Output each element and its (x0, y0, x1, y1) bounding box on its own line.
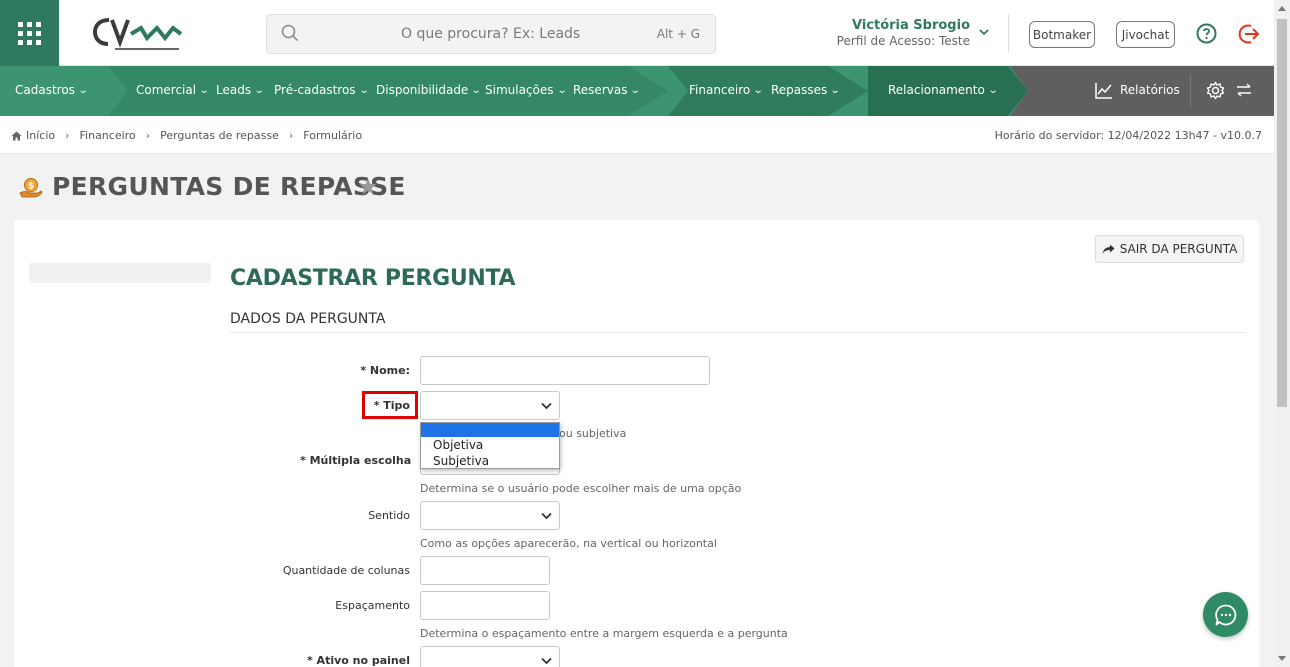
chevron-right-icon: › (145, 129, 151, 142)
sentido-hint: Como as opções aparecerão, na vertical o… (420, 537, 717, 550)
multipla-escolha-label: * Múltipla escolha (300, 454, 412, 467)
chevron-down-icon: ⌄ (471, 84, 482, 96)
chevron-down-icon (541, 402, 552, 409)
botmaker-button[interactable]: Botmaker (1029, 21, 1095, 48)
tipo-option-objetiva[interactable]: Objetiva (421, 437, 559, 453)
tipo-hint: ou subjetiva (559, 427, 627, 440)
sentido-select[interactable] (420, 501, 560, 530)
tipo-select[interactable] (420, 391, 560, 420)
chevron-down-icon: ⌄ (830, 84, 841, 96)
section-title: DADOS DA PERGUNTA (230, 311, 386, 327)
nav-relatorios[interactable]: Relatórios (1120, 83, 1180, 97)
breadcrumb-financeiro[interactable]: Financeiro (80, 129, 136, 142)
nav-comercial[interactable]: Comercial ⌄ (136, 83, 210, 97)
chevron-down-icon: ⌄ (556, 84, 568, 96)
share-arrow-icon (1102, 244, 1115, 254)
chart-line-icon (1095, 83, 1112, 99)
user-name: Victória Sbrogio (851, 18, 970, 33)
espacamento-hint: Determina o espaçamento entre a margem e… (420, 627, 788, 640)
breadcrumb-perguntas[interactable]: Perguntas de repasse (160, 129, 279, 142)
user-menu[interactable]: Victória Sbrogio Perfil de Acesso: Teste (800, 18, 970, 48)
form-title: CADASTRAR PERGUNTA (230, 266, 516, 291)
breadcrumb-inicio[interactable]: Início (26, 129, 55, 142)
chevron-down-icon: ⌄ (753, 84, 764, 96)
chevron-down-icon[interactable] (978, 27, 990, 37)
search-icon (281, 24, 299, 42)
ativo-painel-label: * Ativo no painel (306, 654, 410, 667)
tipo-option-empty[interactable] (421, 423, 559, 437)
chevron-down-icon: ⌄ (987, 84, 999, 96)
chevron-right-icon: › (65, 129, 70, 142)
colunas-label: Quantidade de colunas (282, 564, 410, 577)
nav-leads[interactable]: Leads ⌄ (216, 83, 265, 97)
nav-divider (1190, 74, 1191, 108)
nav-reservas[interactable]: Reservas ⌄ (573, 83, 642, 97)
chevron-down-icon (541, 512, 552, 519)
chevron-down-icon: ⌄ (77, 84, 89, 96)
top-header: O que procura? Ex: Leads Alt + G Victóri… (0, 0, 1274, 66)
header-divider (1008, 14, 1009, 52)
nome-label: * Nome: (360, 364, 410, 377)
nav-pre-cadastros[interactable]: Pré-cadastros ⌄ (274, 83, 370, 97)
exit-question-button[interactable]: SAIR DA PERGUNTA (1095, 235, 1244, 263)
espacamento-input[interactable] (420, 591, 550, 620)
jivochat-button[interactable]: Jivochat (1116, 21, 1175, 48)
chat-button[interactable] (1203, 592, 1248, 637)
money-hand-icon: $ (19, 178, 43, 198)
scroll-up-arrow-icon[interactable] (1278, 6, 1286, 11)
cv-logo[interactable] (93, 14, 185, 54)
global-search[interactable]: O que procura? Ex: Leads Alt + G (266, 14, 716, 54)
server-time: Horário do servidor: 12/04/2022 13h47 - … (994, 129, 1262, 142)
tipo-option-subjetiva[interactable]: Subjetiva (421, 453, 559, 469)
chevron-right-icon: › (288, 129, 294, 142)
nav-relacionamento[interactable]: Relacionamento ⌄ (888, 83, 999, 97)
search-shortcut: Alt + G (656, 27, 700, 41)
page-title: PERGUNTAS DE REPASSE (52, 172, 406, 201)
search-placeholder: O que procura? Ex: Leads (401, 26, 581, 42)
nav-cadastros[interactable]: Cadastros ⌄ (15, 83, 89, 97)
apps-menu-button[interactable] (0, 0, 59, 66)
chevron-down-icon: ⌄ (630, 84, 642, 96)
colunas-input[interactable] (420, 556, 550, 585)
sentido-label: Sentido (368, 509, 410, 522)
sidebar-placeholder (29, 263, 211, 283)
chevron-down-icon: ⌄ (358, 84, 370, 96)
help-icon[interactable] (1196, 23, 1217, 44)
star-icon[interactable] (359, 178, 377, 195)
breadcrumb: Início › Financeiro › Perguntas de repas… (11, 129, 362, 142)
home-icon (11, 131, 22, 140)
swap-icon[interactable] (1236, 83, 1252, 97)
chat-bubble-icon (1214, 604, 1236, 625)
nav-simulacoes[interactable]: Simulações ⌄ (485, 83, 568, 97)
nome-input[interactable] (420, 356, 710, 385)
page-scrollbar[interactable] (1274, 0, 1290, 667)
scroll-thumb[interactable] (1277, 19, 1287, 407)
nav-financeiro[interactable]: Financeiro ⌄ (689, 83, 764, 97)
nav-disponibilidade[interactable]: Disponibilidade ⌄ (376, 83, 482, 97)
nav-repasses[interactable]: Repasses ⌄ (771, 83, 841, 97)
espacamento-label: Espaçamento (335, 599, 410, 612)
multipla-escolha-hint: Determina se o usuário pode escolher mai… (420, 482, 742, 495)
chevron-down-icon (541, 657, 552, 665)
form-card (14, 220, 1259, 667)
breadcrumb-bar: Início › Financeiro › Perguntas de repas… (0, 116, 1274, 154)
chevron-down-icon: ⌄ (253, 84, 265, 96)
ativo-painel-select[interactable] (420, 646, 560, 667)
tipo-dropdown-list: Objetiva Subjetiva (420, 422, 560, 469)
gear-icon[interactable] (1206, 81, 1225, 100)
breadcrumb-formulario: Formulário (303, 129, 363, 142)
scroll-down-arrow-icon[interactable] (1278, 656, 1286, 661)
chevron-down-icon: ⌄ (198, 84, 210, 96)
svg-text:$: $ (28, 182, 34, 192)
apps-grid-icon (18, 21, 41, 45)
highlight-box (362, 391, 418, 419)
user-role: Perfil de Acesso: Teste (836, 34, 970, 48)
logout-icon[interactable] (1238, 23, 1260, 45)
section-divider (230, 332, 1244, 333)
